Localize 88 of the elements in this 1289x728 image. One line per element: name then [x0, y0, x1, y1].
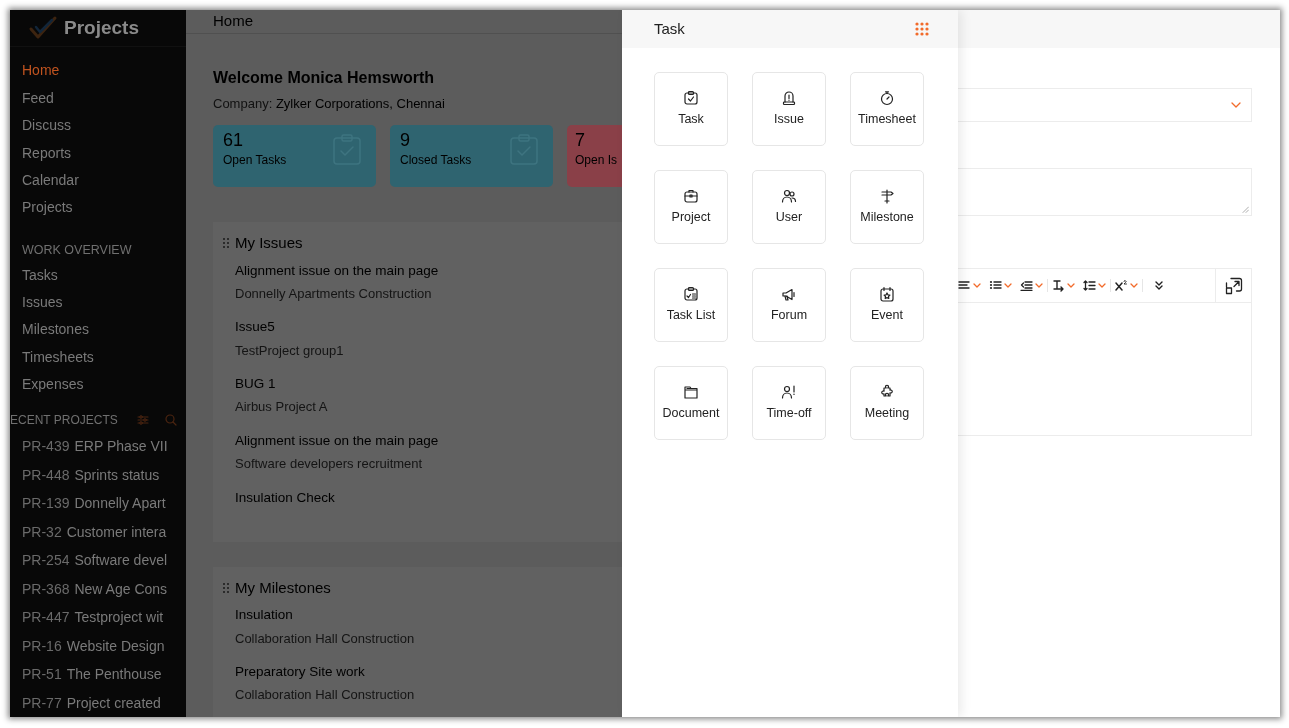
stat-label: Open Is [575, 151, 618, 169]
section-heading: WORK OVERVIEW [21, 241, 133, 259]
item-project: TestProject group1 [235, 341, 345, 360]
line-height-icon [1083, 279, 1096, 292]
app-title: Projects [64, 15, 139, 40]
panel-title: My Milestones [235, 577, 331, 598]
users-icon [781, 187, 797, 204]
project-link[interactable]: PR-254 Software devel [10, 546, 186, 575]
stat-card[interactable]: 7 Open Is [567, 125, 622, 187]
create-tile[interactable]: Timesheet [850, 72, 924, 146]
create-tile[interactable]: Time-off [752, 366, 826, 440]
create-tile[interactable]: Milestone [850, 170, 924, 244]
filter-icon [135, 413, 150, 428]
create-tile[interactable]: Issue [752, 72, 826, 146]
section-heading: ECENT PROJECTS [10, 412, 118, 430]
create-tile[interactable]: Meeting [850, 366, 924, 440]
text-direction-icon [1052, 279, 1065, 292]
chevron-down-icon [1231, 102, 1241, 108]
item-title[interactable]: BUG 1 [235, 374, 622, 395]
stat-count: 7 [575, 131, 585, 151]
item-project: Collaboration Hall Construction [235, 686, 416, 705]
create-tile[interactable]: Document [654, 366, 728, 440]
stat-label: Open Tasks [223, 151, 287, 169]
project-link[interactable]: PR-139 Donnelly Apart [10, 489, 186, 518]
expand-icon [1224, 276, 1243, 295]
item-title[interactable]: Insulation Check [235, 487, 622, 508]
item-title[interactable]: Preparatory Site work [235, 662, 622, 683]
panel-title: My Issues [235, 233, 303, 253]
alarm-bell-icon [781, 89, 797, 106]
item-project: Airbus Project A [235, 398, 329, 417]
bullet-list-icon [989, 279, 1002, 292]
drag-handle-icon [222, 582, 230, 594]
drag-handle-icon [222, 237, 230, 250]
create-tile[interactable]: Task [654, 72, 728, 146]
item-title[interactable]: Insulation [235, 605, 622, 626]
folder-icon [683, 383, 699, 400]
project-link[interactable]: PR-439 ERP Phase VII [10, 432, 186, 461]
item-project: Software developers recruitment [235, 455, 424, 473]
search-icon [163, 413, 178, 428]
create-tile[interactable]: Project [654, 170, 728, 244]
project-link[interactable]: PR-16 Website Design [10, 631, 186, 661]
project-link[interactable]: PR-368 New Age Cons [10, 574, 186, 604]
briefcase-icon [683, 187, 699, 204]
select-field[interactable] [958, 88, 1252, 122]
nav-item[interactable]: Discuss [10, 112, 186, 140]
app-grid-icon [915, 22, 929, 36]
create-tile[interactable]: User [752, 170, 826, 244]
page-title: Home [213, 11, 253, 31]
clipboard-icon [683, 89, 699, 106]
nav-item[interactable]: Timesheets [10, 343, 186, 372]
create-tile[interactable]: Forum [752, 268, 826, 342]
align-icon [958, 279, 971, 292]
stopwatch-icon [879, 89, 895, 106]
checklist-icon [683, 285, 699, 302]
signpost-icon [879, 187, 895, 204]
item-project: Donnelly Apartments Construction [235, 284, 433, 303]
create-tile[interactable]: Task List [654, 268, 728, 342]
resize-grip-icon [1242, 206, 1249, 213]
company-text: Company: Zylker Corporations, Chennai [213, 94, 446, 113]
item-project: Collaboration Hall Construction [235, 629, 416, 648]
project-link[interactable]: PR-51 The Penthouse [10, 660, 186, 689]
nav-item[interactable]: Tasks [10, 261, 186, 290]
project-link[interactable]: PR-32 Customer intera [10, 517, 186, 547]
stat-card[interactable]: 61 Open Tasks [213, 125, 376, 187]
panel-title: Task [654, 18, 685, 39]
nav-item[interactable]: Expenses [10, 371, 186, 399]
nav-item[interactable]: Feed [10, 84, 186, 113]
nav-item[interactable]: Projects [10, 194, 186, 222]
nav-item[interactable]: Issues [10, 289, 186, 317]
project-link[interactable]: PR-448 Sprints status [10, 460, 186, 490]
project-link[interactable]: PR-447 Testproject wit [10, 603, 186, 632]
stat-label: Closed Tasks [400, 151, 472, 169]
outdent-icon [1020, 279, 1033, 292]
stat-card[interactable]: 9 Closed Tasks [390, 125, 553, 187]
nav-item[interactable]: Home [10, 57, 186, 85]
stat-count: 9 [400, 131, 410, 151]
user-alert-icon [781, 383, 797, 400]
item-title[interactable]: Alignment issue on the main page [235, 260, 622, 281]
project-link[interactable]: PR-77 Project created [10, 688, 186, 717]
welcome-heading: Welcome Monica Hemsworth [213, 67, 436, 88]
stat-count: 61 [223, 131, 244, 151]
nav-item[interactable]: Milestones [10, 316, 186, 344]
item-title[interactable]: Alignment issue on the main page [235, 430, 622, 451]
create-tile[interactable]: Event [850, 268, 924, 342]
item-title[interactable]: Issue5 [235, 317, 622, 338]
superscript-icon [1115, 279, 1128, 292]
nav-item[interactable]: Reports [10, 139, 186, 167]
nav-item[interactable]: Calendar [10, 166, 186, 195]
